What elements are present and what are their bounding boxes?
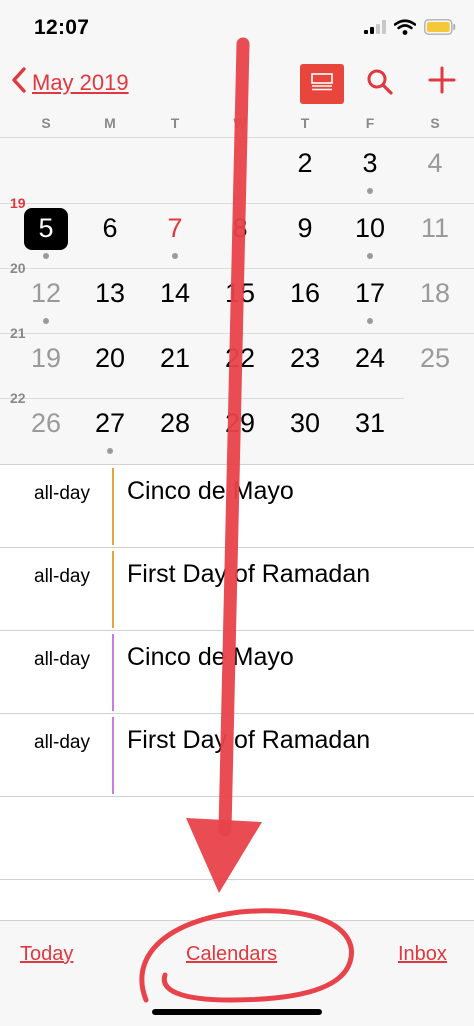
empty-row-divider xyxy=(0,796,474,797)
weekday-label: T xyxy=(300,115,310,131)
signal-icon xyxy=(364,20,386,39)
day-cell[interactable]: 25 xyxy=(407,336,463,380)
day-cell[interactable]: 5 xyxy=(18,206,74,250)
day-cell[interactable]: 9 xyxy=(277,206,333,250)
event-indicator-dot xyxy=(367,253,373,259)
status-icons xyxy=(364,19,456,40)
search-button[interactable] xyxy=(366,68,394,101)
event-calendar-color-bar xyxy=(112,468,114,545)
plus-icon xyxy=(428,66,456,98)
battery-icon xyxy=(424,19,456,40)
annotation-arrowhead xyxy=(186,818,262,893)
event-title: Cinco de Mayo xyxy=(127,477,294,505)
back-button-label: May 2019 xyxy=(32,69,129,95)
day-cell[interactable]: 2 xyxy=(277,141,333,185)
event-indicator-dot xyxy=(172,253,178,259)
day-cell[interactable]: 10 xyxy=(342,206,398,250)
weekday-label: S xyxy=(41,115,51,131)
event-row[interactable]: all-day Cinco de Mayo xyxy=(0,630,474,713)
event-indicator-dot xyxy=(367,318,373,324)
home-indicator xyxy=(152,1009,322,1015)
status-time: 12:07 xyxy=(34,16,90,39)
day-cell[interactable]: 14 xyxy=(147,271,203,315)
event-indicator-dot xyxy=(43,318,49,324)
event-title: First Day of Ramadan xyxy=(127,726,371,754)
weekday-label: W xyxy=(233,115,247,131)
weekday-label: T xyxy=(170,115,180,131)
day-cell[interactable]: 30 xyxy=(277,401,333,445)
event-time: all-day xyxy=(34,566,90,587)
event-calendar-color-bar xyxy=(112,634,114,711)
wifi-icon xyxy=(393,19,417,40)
event-calendar-color-bar xyxy=(112,717,114,794)
event-indicator-dot xyxy=(367,188,373,194)
day-cell[interactable]: 23 xyxy=(277,336,333,380)
day-cell[interactable]: 28 xyxy=(147,401,203,445)
event-title: First Day of Ramadan xyxy=(127,560,371,588)
tab-inbox[interactable]: Inbox xyxy=(398,943,447,966)
day-cell[interactable]: 27 xyxy=(82,401,138,445)
add-event-button[interactable] xyxy=(428,66,456,99)
week-divider xyxy=(0,398,404,399)
status-bar: 12:07 xyxy=(0,0,474,56)
day-cell[interactable]: 21 xyxy=(147,336,203,380)
day-cell[interactable]: 13 xyxy=(82,271,138,315)
event-title: Cinco de Mayo xyxy=(127,643,294,671)
weekday-label: M xyxy=(104,115,116,131)
navigation-bar: May 2019 xyxy=(0,56,474,112)
event-calendar-color-bar xyxy=(112,551,114,628)
month-grid: 2 3 4 19 5 6 7 8 9 10 11 20 12 13 14 15 16 17 18 21 19 20 21 22… xyxy=(0,138,474,464)
event-time: all-day xyxy=(34,483,90,504)
day-cell[interactable]: 16 xyxy=(277,271,333,315)
list-view-button[interactable] xyxy=(300,64,344,104)
event-row[interactable]: all-day Cinco de Mayo xyxy=(0,464,474,547)
day-cell[interactable]: 12 xyxy=(18,271,74,315)
week-divider xyxy=(0,203,474,204)
day-cell[interactable]: 24 xyxy=(342,336,398,380)
tab-calendars[interactable]: Calendars xyxy=(186,943,277,966)
day-cell[interactable]: 20 xyxy=(82,336,138,380)
event-row[interactable]: all-day First Day of Ramadan xyxy=(0,713,474,796)
day-cell[interactable]: 31 xyxy=(342,401,398,445)
event-indicator-dot xyxy=(107,448,113,454)
weekday-header: SMTWTFS xyxy=(0,112,474,138)
day-cell[interactable]: 3 xyxy=(342,141,398,185)
day-cell[interactable]: 8 xyxy=(212,206,268,250)
day-cell[interactable]: 4 xyxy=(407,141,463,185)
day-cell[interactable]: 7 xyxy=(147,206,203,250)
weekday-label: S xyxy=(430,115,440,131)
day-cell[interactable]: 11 xyxy=(407,206,463,250)
search-icon xyxy=(366,69,394,100)
day-cell[interactable]: 22 xyxy=(212,336,268,380)
day-cell[interactable]: 15 xyxy=(212,271,268,315)
list-view-icon xyxy=(311,72,333,96)
day-cell[interactable]: 6 xyxy=(82,206,138,250)
week-divider xyxy=(0,333,474,334)
day-cell[interactable]: 17 xyxy=(342,271,398,315)
event-indicator-dot xyxy=(43,253,49,259)
chevron-left-icon xyxy=(10,66,28,99)
event-row[interactable]: all-day First Day of Ramadan xyxy=(0,547,474,630)
event-time: all-day xyxy=(34,732,90,753)
week-divider xyxy=(0,268,474,269)
back-to-month-button[interactable]: May 2019 xyxy=(10,66,129,99)
tab-today[interactable]: Today xyxy=(20,943,73,966)
event-time: all-day xyxy=(34,649,90,670)
day-cell[interactable]: 26 xyxy=(18,401,74,445)
day-cell[interactable]: 29 xyxy=(212,401,268,445)
empty-row-divider xyxy=(0,879,474,880)
weekday-label: F xyxy=(365,115,375,131)
day-cell[interactable]: 18 xyxy=(407,271,463,315)
day-cell[interactable]: 19 xyxy=(18,336,74,380)
